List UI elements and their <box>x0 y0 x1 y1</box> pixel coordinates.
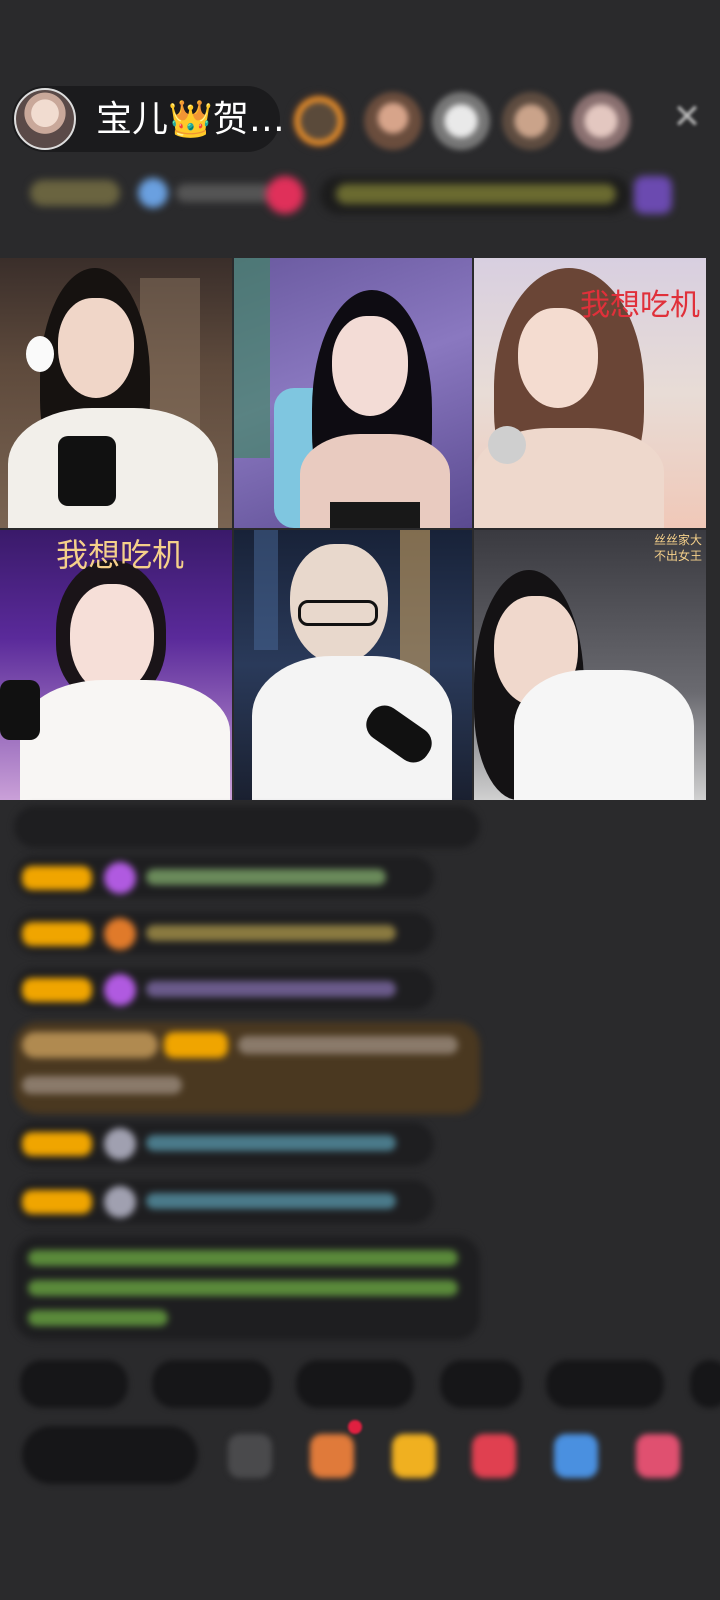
host-avatar[interactable] <box>14 88 76 150</box>
video-tile-5[interactable] <box>234 530 472 800</box>
multi-guest-video-grid: 我想吃机 我想吃机 丝丝家大 不出女王 <box>0 258 706 800</box>
chat-bubble-icon[interactable] <box>554 1434 598 1478</box>
notification-dot <box>348 1420 362 1434</box>
chat-message-6 <box>14 1180 434 1224</box>
quick-tag-3[interactable] <box>296 1360 414 1408</box>
quick-tag-6[interactable] <box>690 1360 720 1408</box>
video-tile-6[interactable]: 丝丝家大 不出女王 <box>474 530 706 800</box>
gift-box-icon[interactable] <box>310 1434 354 1478</box>
game-icon[interactable] <box>472 1434 516 1478</box>
viewer-avatar-4[interactable] <box>502 92 560 150</box>
video-tile-2[interactable] <box>234 258 472 528</box>
viewer-avatar-2[interactable] <box>364 92 422 150</box>
video-tile-3[interactable]: 我想吃机 <box>474 258 706 528</box>
viewer-avatar-5[interactable] <box>572 92 630 150</box>
video-tile-1[interactable] <box>0 258 232 528</box>
chat-message-1 <box>14 856 434 898</box>
video-tile-4[interactable]: 我想吃机 <box>0 530 232 800</box>
chat-system-notice <box>14 1236 480 1340</box>
host-name[interactable]: 宝儿👑贺… <box>96 98 285 142</box>
viewer-avatar-1[interactable] <box>290 92 348 150</box>
chat-input[interactable] <box>22 1426 198 1484</box>
quick-tag-2[interactable] <box>152 1360 272 1408</box>
quick-tag-1[interactable] <box>20 1360 128 1408</box>
quick-tag-4[interactable] <box>440 1360 522 1408</box>
chat-message-0 <box>14 806 480 848</box>
close-icon[interactable]: ✕ <box>670 100 704 134</box>
chat-message-2 <box>14 912 434 954</box>
treasure-icon[interactable] <box>392 1434 436 1478</box>
chat-message-4 <box>14 1022 480 1114</box>
quick-tag-5[interactable] <box>546 1360 664 1408</box>
tile-3-label: 我想吃机 <box>580 288 700 323</box>
chat-message-3 <box>14 968 434 1010</box>
chat-message-5 <box>14 1122 434 1166</box>
rank-info-row[interactable] <box>20 172 688 216</box>
emoji-icon[interactable] <box>228 1434 272 1478</box>
tile-6-label: 丝丝家大 不出女王 <box>654 533 703 563</box>
viewer-avatar-3[interactable] <box>432 92 490 150</box>
more-gifts-icon[interactable] <box>636 1434 680 1478</box>
tile-4-label: 我想吃机 <box>56 536 185 574</box>
